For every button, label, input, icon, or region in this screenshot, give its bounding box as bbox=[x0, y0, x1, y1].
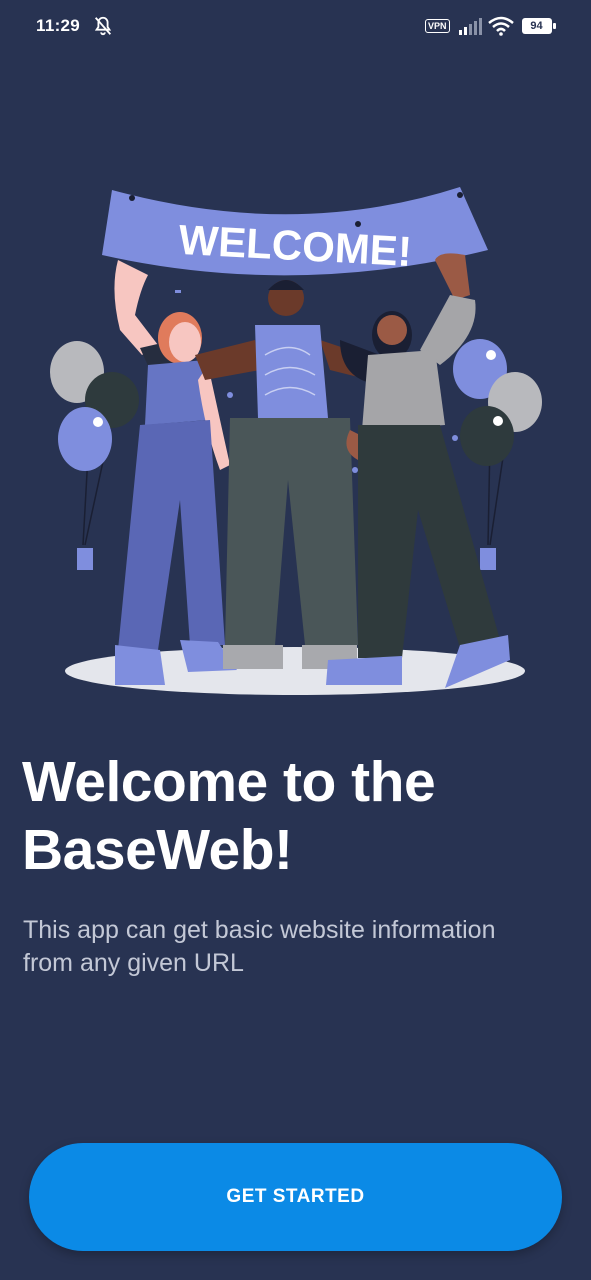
left-balloons bbox=[50, 341, 139, 570]
battery-icon: 94 bbox=[521, 17, 557, 35]
welcome-illustration: WELCOME! bbox=[50, 187, 542, 695]
signal-icon bbox=[459, 18, 482, 35]
welcome-subtitle: This app can get basic website informati… bbox=[23, 916, 496, 977]
battery-level: 94 bbox=[530, 20, 543, 32]
get-started-button[interactable]: GET STARTED bbox=[29, 1143, 562, 1251]
vpn-badge: VPN bbox=[425, 19, 450, 33]
wifi-icon bbox=[488, 16, 514, 36]
status-bar: 11:29 VPN 94 bbox=[0, 0, 591, 54]
welcome-banner: WELCOME! bbox=[102, 187, 488, 276]
bell-off-icon bbox=[94, 16, 112, 36]
welcome-title: Welcome to the BaseWeb! bbox=[22, 750, 436, 882]
person-left bbox=[114, 260, 237, 685]
status-time: 11:29 bbox=[36, 16, 81, 35]
